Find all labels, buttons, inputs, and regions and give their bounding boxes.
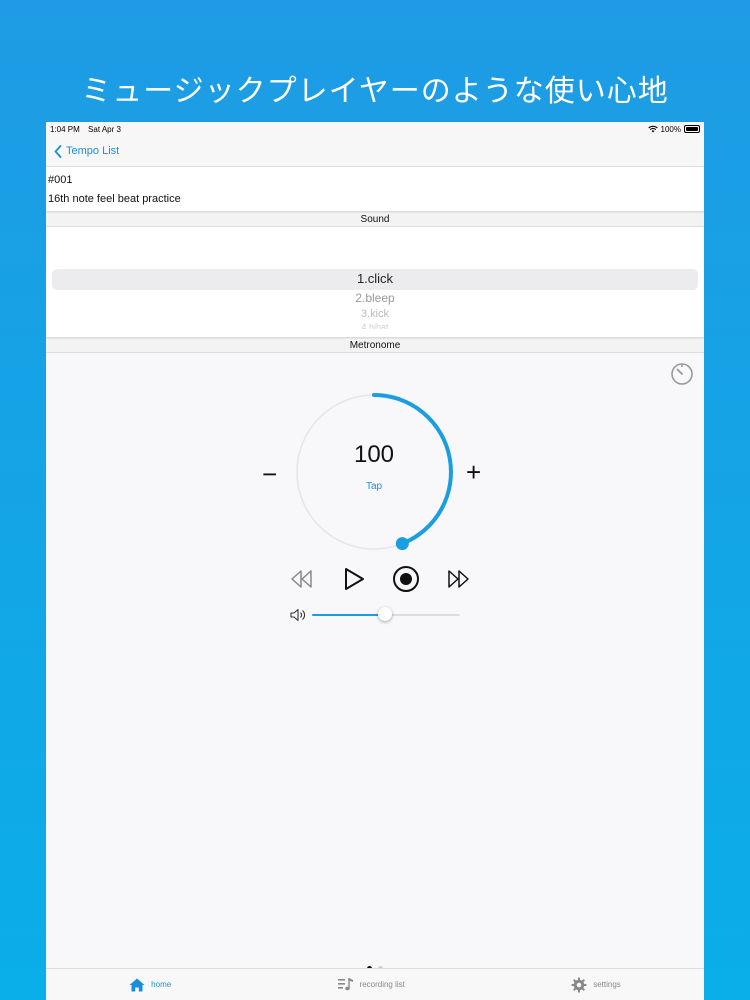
- preset-number: #001: [48, 174, 73, 186]
- tab-home[interactable]: home: [129, 978, 171, 992]
- wifi-icon: [647, 125, 658, 133]
- rewind-icon: [291, 570, 312, 588]
- app-screen: 1:04 PM Sat Apr 3 100% Tempo List #001 1…: [46, 122, 704, 1000]
- battery-icon: [684, 125, 700, 133]
- increase-tempo-button[interactable]: +: [466, 457, 481, 488]
- preset-info: #001 16th note feel beat practice: [46, 167, 704, 212]
- chevron-left-icon: [54, 144, 62, 158]
- playback-controls: [286, 563, 474, 595]
- record-button[interactable]: [390, 563, 422, 595]
- tap-button[interactable]: Tap: [324, 481, 424, 492]
- tab-label: home: [151, 980, 172, 989]
- volume-slider-fill: [312, 614, 385, 616]
- home-icon: [129, 978, 145, 991]
- tempo-value: 100: [353, 441, 395, 468]
- status-time: 1:04 PM: [50, 124, 80, 134]
- fast-forward-icon: [448, 570, 469, 588]
- metronome-panel: 100 Tap − +: [46, 353, 704, 984]
- music-list-icon: [337, 977, 353, 990]
- volume-control: [290, 607, 460, 622]
- tab-label: settings: [593, 980, 621, 989]
- record-icon: [393, 566, 419, 592]
- status-date: Sat Apr 3: [88, 124, 121, 134]
- sound-section-header: Sound: [46, 212, 704, 227]
- gear-icon: [571, 977, 587, 992]
- volume-slider[interactable]: [312, 607, 460, 621]
- tab-label: recording list: [359, 980, 405, 989]
- picker-item[interactable]: 4.hihat: [46, 322, 704, 329]
- metronome-section-header: Metronome: [46, 338, 704, 353]
- back-button-label: Tempo List: [66, 145, 120, 157]
- picker-item[interactable]: 3.kick: [46, 308, 704, 320]
- tab-settings[interactable]: settings: [571, 977, 621, 993]
- navigation-bar: Tempo List: [46, 136, 704, 167]
- battery-percent: 100%: [660, 124, 681, 134]
- preset-title: 16th note feel beat practice: [48, 193, 181, 205]
- speaker-icon: [290, 608, 305, 622]
- play-icon: [345, 568, 364, 590]
- promo-headline: ミュージックプレイヤーのような使い心地: [81, 74, 669, 109]
- sound-picker[interactable]: 1.click 2.bleep 3.kick 4.hihat: [46, 227, 704, 338]
- tab-bar: home recording list settings: [46, 968, 704, 1000]
- play-button[interactable]: [338, 563, 370, 595]
- picker-item[interactable]: 1.click: [46, 271, 704, 286]
- tab-recording-list[interactable]: recording list: [337, 977, 405, 992]
- status-bar: 1:04 PM Sat Apr 3 100%: [46, 122, 704, 136]
- volume-slider-thumb[interactable]: [377, 607, 392, 621]
- picker-item[interactable]: 2.bleep: [46, 291, 704, 305]
- fast-forward-button[interactable]: [442, 563, 474, 595]
- dial-knob[interactable]: [395, 537, 409, 551]
- rewind-button[interactable]: [286, 563, 318, 595]
- decrease-tempo-button[interactable]: −: [262, 459, 277, 490]
- dial-progress-arc: [372, 393, 453, 546]
- back-button[interactable]: Tempo List: [54, 144, 120, 158]
